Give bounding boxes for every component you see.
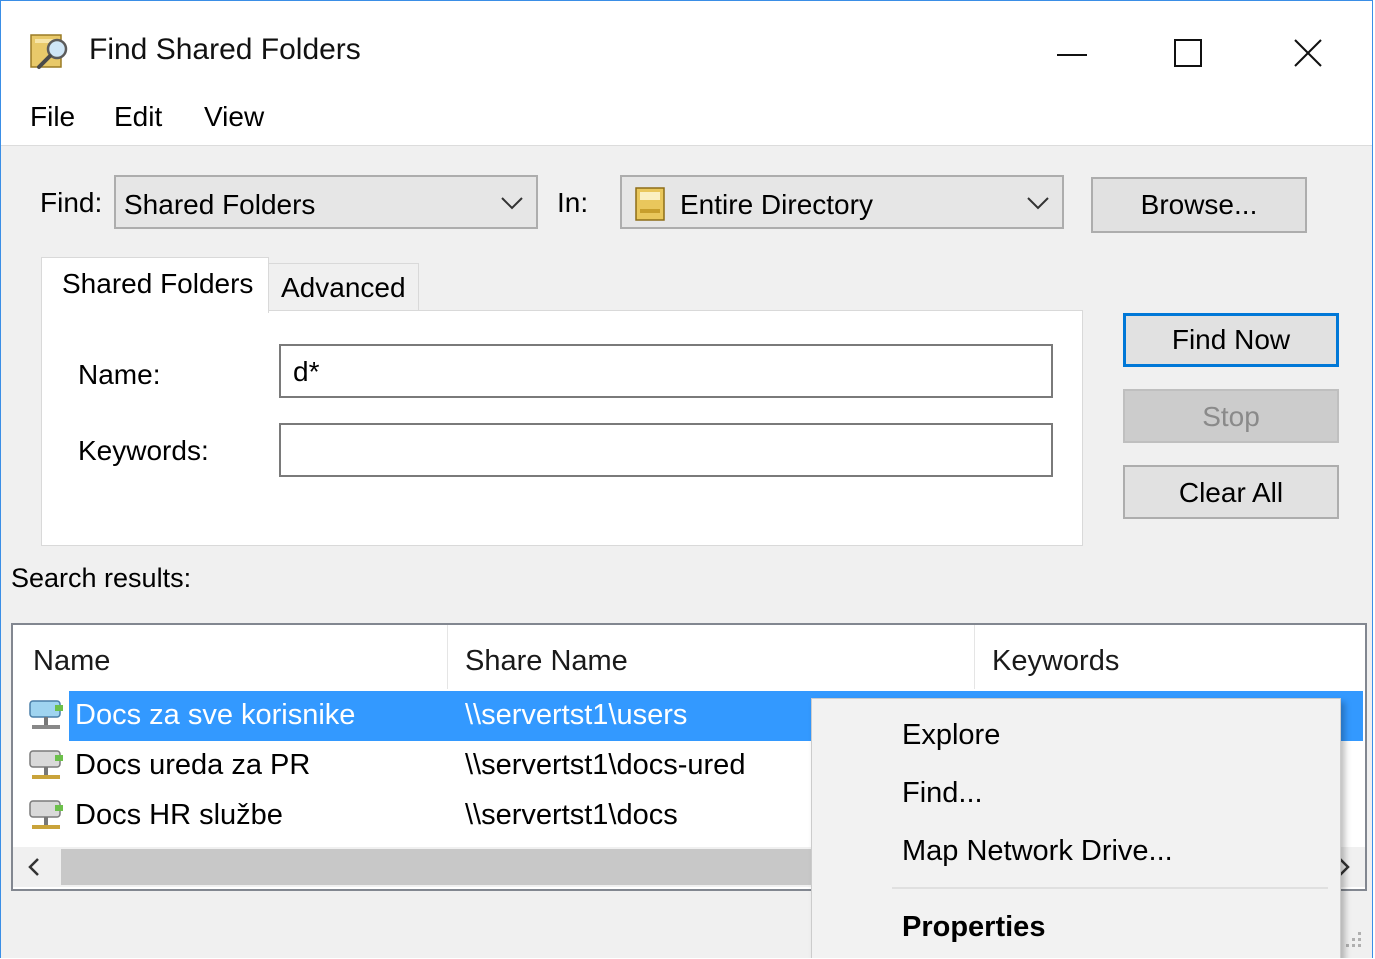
title-bar[interactable]: Find Shared Folders (1, 1, 1372, 93)
close-icon (1294, 39, 1322, 67)
row-name: Docs za sve korisnike (75, 699, 356, 731)
clear-all-label: Clear All (1178, 477, 1284, 508)
keywords-input[interactable] (279, 423, 1053, 477)
stop-label: Stop (1202, 401, 1260, 432)
name-input[interactable]: d* (279, 344, 1053, 398)
scrollbar-thumb[interactable] (61, 849, 821, 885)
context-menu-find[interactable]: Find... (902, 777, 983, 810)
resize-grip-icon[interactable] (1342, 928, 1364, 950)
column-header-name[interactable]: Name (13, 625, 447, 689)
shared-folder-icon (29, 700, 63, 729)
context-menu-explore[interactable]: Explore (902, 719, 1000, 752)
browse-button[interactable]: Browse... (1091, 177, 1307, 233)
row-share-name: \\servertst1\users (465, 699, 688, 731)
find-label: Find: (40, 187, 103, 218)
browse-button-label: Browse... (1140, 189, 1258, 220)
menu-file[interactable]: File (30, 101, 75, 133)
stop-button: Stop (1123, 389, 1339, 443)
close-button[interactable] (1257, 17, 1357, 87)
find-type-dropdown[interactable]: Shared Folders (114, 175, 538, 229)
tab-advanced-label: Advanced (281, 272, 406, 303)
in-label: In: (557, 187, 589, 218)
column-header-keywords-label: Keywords (992, 645, 1120, 677)
keywords-label: Keywords: (78, 435, 209, 466)
directory-icon (635, 187, 665, 221)
row-share-name: \\servertst1\docs-ured (465, 749, 746, 781)
minimize-icon (1057, 54, 1087, 56)
chevron-down-icon (1027, 197, 1049, 210)
row-share-name: \\servertst1\docs (465, 799, 678, 831)
context-menu-map-network-drive[interactable]: Map Network Drive... (902, 835, 1173, 868)
row-name: Docs HR službe (75, 799, 283, 831)
minimize-button[interactable] (1021, 17, 1121, 87)
maximize-icon (1174, 39, 1202, 67)
find-folder-app-icon (30, 34, 68, 69)
find-shared-folders-window: Find Shared Folders File Edit View Find:… (0, 0, 1373, 958)
find-now-button[interactable]: Find Now (1123, 313, 1339, 367)
in-location-dropdown[interactable]: Entire Directory (620, 175, 1064, 229)
tab-shared-folders-label: Shared Folders (62, 268, 254, 299)
menu-view[interactable]: View (204, 101, 264, 133)
context-menu-properties[interactable]: Properties (902, 911, 1045, 944)
chevron-down-icon (501, 197, 523, 210)
tab-advanced[interactable]: Advanced (268, 263, 419, 311)
search-results-label: Search results: (11, 563, 192, 593)
tab-shared-folders[interactable]: Shared Folders (41, 257, 269, 313)
window-title: Find Shared Folders (89, 33, 361, 66)
clear-all-button[interactable]: Clear All (1123, 465, 1339, 519)
maximize-button[interactable] (1137, 17, 1237, 87)
shared-folder-icon (29, 750, 63, 779)
context-menu-separator (892, 887, 1328, 889)
context-menu: Explore Find... Map Network Drive... Pro… (811, 698, 1341, 958)
menu-edit[interactable]: Edit (114, 101, 162, 133)
row-name: Docs ureda za PR (75, 749, 311, 781)
column-header-keywords[interactable]: Keywords (974, 625, 1364, 689)
shared-folder-icon (29, 800, 63, 829)
find-type-value: Shared Folders (124, 189, 316, 220)
find-now-label: Find Now (1171, 324, 1291, 355)
scroll-left-arrow-icon[interactable] (27, 857, 41, 877)
column-header-share-name-label: Share Name (465, 645, 628, 677)
column-header-name-label: Name (33, 645, 111, 677)
name-label: Name: (78, 359, 161, 390)
menu-bar: File Edit View (1, 93, 1372, 146)
in-location-value: Entire Directory (680, 189, 873, 220)
name-input-value: d* (293, 356, 320, 387)
shared-folders-tab-panel: Name: d* Keywords: (41, 310, 1083, 546)
column-header-share-name[interactable]: Share Name (447, 625, 973, 689)
